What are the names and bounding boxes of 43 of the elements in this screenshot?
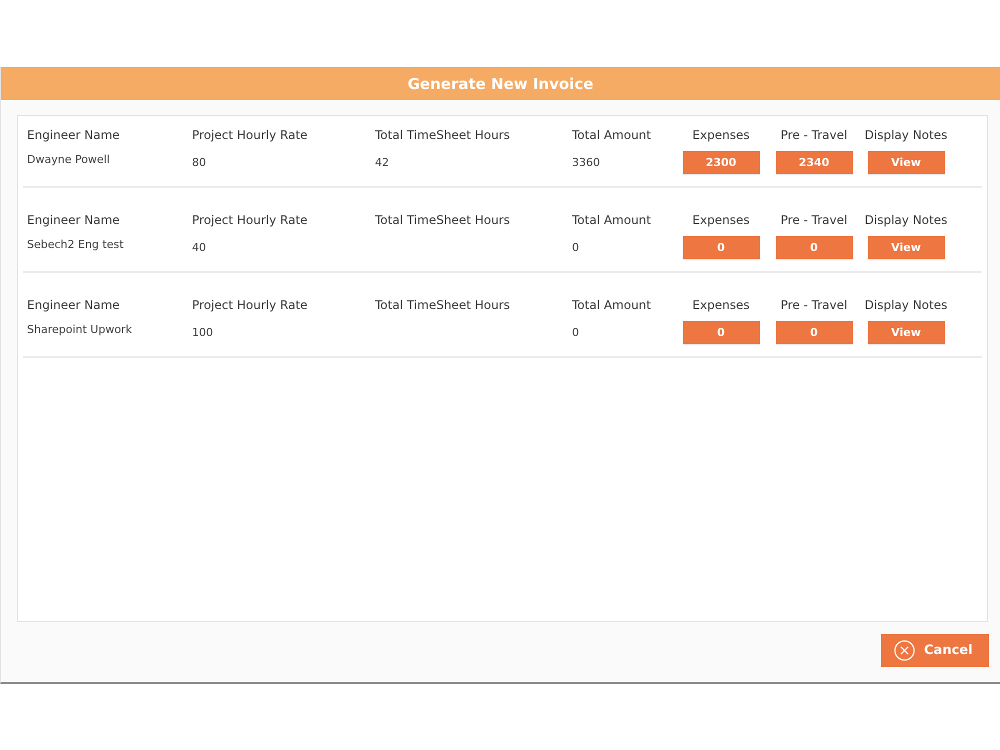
cancel-button[interactable]: Cancel [881,634,989,667]
field-value: 80 [192,156,206,169]
column-label: Engineer Name [27,127,120,143]
column-label: Total TimeSheet Hours [375,297,510,313]
field-value: 100 [192,326,213,339]
column-label: Total Amount [572,127,651,143]
field-value: 42 [375,156,389,169]
field-value: 0 [572,241,579,254]
value-button[interactable]: View [868,321,944,344]
value-button[interactable]: 2300 [682,151,760,174]
column-label: Pre - Travel [780,127,848,143]
column-label: Total TimeSheet Hours [375,212,510,228]
value-button[interactable]: View [868,151,944,174]
value-button[interactable]: 0 [682,321,760,344]
field-value: 3360 [572,156,600,169]
value-button[interactable]: 2340 [776,151,852,174]
column-label: Engineer Name [27,297,120,313]
close-circle-icon [894,640,915,661]
value-button[interactable]: 0 [682,236,760,259]
field-value: 40 [192,241,206,254]
value-button[interactable]: 0 [776,321,852,344]
field-value: 0 [572,326,579,339]
column-label: Pre - Travel [780,297,848,313]
column-label: Project Hourly Rate [192,212,308,228]
column-label: Project Hourly Rate [192,127,308,143]
dialog-title: Generate New Invoice [408,74,594,92]
column-label: Pre - Travel [780,212,848,228]
value-button[interactable]: 0 [776,236,852,259]
field-value: Sharepoint Upwork [27,322,132,336]
field-value: Dwayne Powell [27,152,110,166]
column-label: Display Notes [864,297,948,313]
column-label: Engineer Name [27,212,120,228]
field-value: Sebech2 Eng test [27,238,124,250]
column-label: Expenses [692,127,750,143]
column-label: Total Amount [572,212,651,228]
column-label: Total Amount [572,297,651,313]
column-label: Expenses [692,212,750,228]
column-label: Project Hourly Rate [192,297,308,313]
column-label: Total TimeSheet Hours [375,127,510,143]
value-button[interactable]: View [868,236,944,259]
column-label: Expenses [692,297,750,313]
column-label: Display Notes [864,127,948,143]
column-label: Display Notes [864,212,948,228]
